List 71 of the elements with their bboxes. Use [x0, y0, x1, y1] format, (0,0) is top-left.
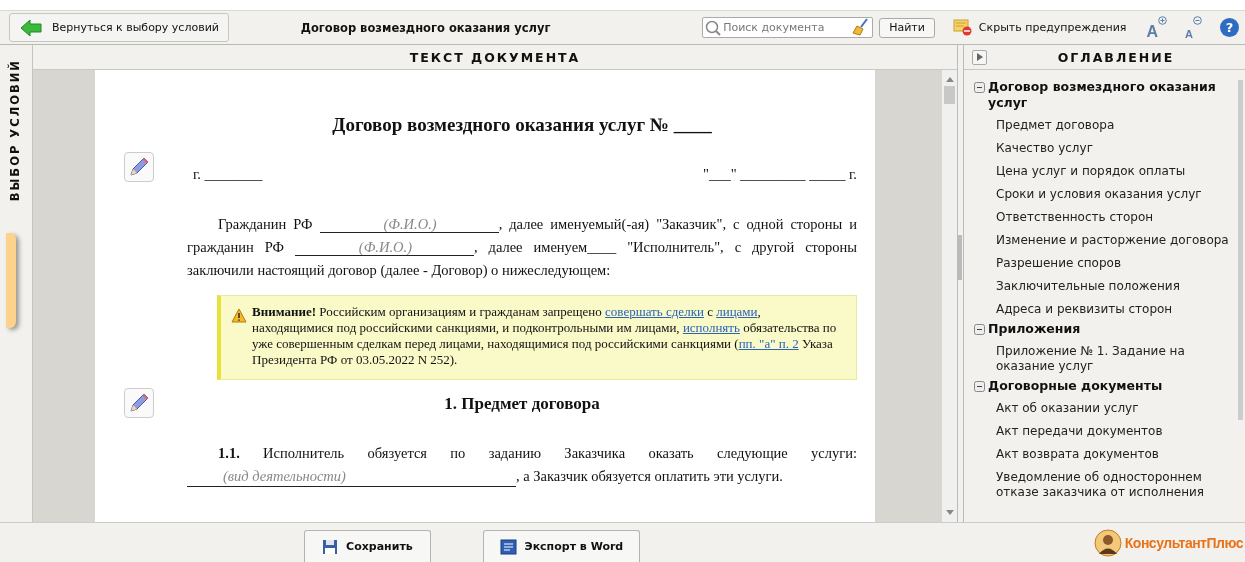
- splitter[interactable]: [958, 45, 963, 522]
- toc-item[interactable]: Ответственность сторон: [974, 206, 1230, 229]
- link[interactable]: лицами: [716, 304, 758, 319]
- intro-paragraph: Гражданин РФ (Ф.И.О.) , далее именуемый(-ая) "Заказчик", с одной стороны и гражданин РФ (Ф.И.О.) , далее именуем____ "Исполнитель", с другой стороны заключили настоящий договор (далее - Договор) о нижеследующем:: [187, 215, 857, 280]
- triangle-right-icon: [976, 53, 983, 61]
- collapse-icon[interactable]: [974, 324, 985, 335]
- toc-item[interactable]: Уведомление об одностороннем отказе заказчика от исполнения: [974, 466, 1230, 504]
- toc-item[interactable]: Предмет договора: [974, 114, 1230, 137]
- toc-item[interactable]: Сроки и условия оказания услуг: [974, 183, 1230, 206]
- font-increase-button[interactable]: A: [1140, 15, 1174, 40]
- edit-button[interactable]: [124, 152, 154, 182]
- toc-group[interactable]: Приложения: [988, 321, 1081, 340]
- panel-header: ОГЛАВЛЕНИЕ: [1056, 49, 1176, 65]
- splitter-grip[interactable]: [958, 235, 962, 280]
- toc-item[interactable]: Акт передачи документов: [974, 420, 1230, 443]
- panel-handle[interactable]: [6, 233, 16, 328]
- warning-icon: [231, 308, 247, 323]
- fill-in-line[interactable]: (Ф.И.О.): [319, 216, 499, 233]
- find-button[interactable]: Найти: [879, 17, 935, 38]
- side-tab[interactable]: ВЫБОР УСЛОВИЙ: [0, 45, 33, 522]
- city-field: г. ________: [193, 166, 263, 183]
- collapse-button[interactable]: [972, 49, 987, 65]
- toc-item[interactable]: Приложение № 1. Задание на оказание услуг: [974, 340, 1230, 378]
- scrollbar[interactable]: [942, 70, 957, 522]
- collapse-icon[interactable]: [974, 82, 985, 93]
- minus-icon: [1193, 15, 1202, 25]
- toc-group[interactable]: Договор возмездного оказания услуг: [988, 79, 1230, 114]
- hide-warnings-button[interactable]: Скрыть предупреждения: [940, 18, 1135, 37]
- toc-item[interactable]: Разрешение споров: [974, 252, 1230, 275]
- edit-button[interactable]: [124, 388, 154, 418]
- toc-item[interactable]: Адреса и реквизиты сторон: [974, 298, 1230, 321]
- plus-icon: [1158, 15, 1168, 25]
- help-button[interactable]: ?: [1220, 18, 1239, 37]
- save-button[interactable]: Сохранить: [303, 530, 431, 562]
- note-block-icon: [952, 18, 973, 37]
- toc-item[interactable]: Акт об оказании услуг: [974, 397, 1230, 420]
- link[interactable]: пп. "а" п. 2: [738, 336, 799, 351]
- arrow-up-icon[interactable]: [945, 76, 954, 82]
- date-field: "___" _________ _____ г.: [703, 166, 857, 183]
- panel-header: ТЕКСТ ДОКУМЕНТА: [33, 45, 957, 70]
- fill-in-line[interactable]: (вид деятельности): [187, 467, 516, 487]
- logo-text: КонсультантПлюс: [1124, 534, 1243, 551]
- arrow-left-icon: [20, 18, 42, 37]
- section-heading: 1. Предмет договора: [443, 393, 601, 414]
- font-decrease-button[interactable]: A: [1179, 15, 1208, 40]
- fill-in-line[interactable]: (Ф.И.О.): [294, 239, 474, 256]
- back-button[interactable]: Вернуться к выбору условий: [9, 13, 229, 42]
- toc-item[interactable]: Качество услуг: [974, 137, 1230, 160]
- document-title: Договор возмездного оказания услуг № ____: [331, 113, 713, 137]
- avatar-icon: [1093, 528, 1122, 557]
- toc-group[interactable]: Договорные документы: [988, 378, 1163, 397]
- link[interactable]: исполнять: [682, 320, 740, 335]
- broom-icon[interactable]: [852, 18, 871, 36]
- toc-item[interactable]: Акт возврата документов: [974, 443, 1230, 466]
- toc-item[interactable]: Изменение и расторжение договора: [974, 229, 1230, 252]
- search-field[interactable]: Поиск документа: [702, 17, 874, 38]
- link[interactable]: совершать сделки: [605, 304, 704, 319]
- scrollbar-thumb[interactable]: [1238, 80, 1243, 420]
- toc-item[interactable]: Цена услуг и порядок оплаты: [974, 160, 1230, 183]
- search-icon: [705, 20, 722, 36]
- document-icon: [499, 538, 517, 555]
- window-title: Договор возмездного оказания услуг: [299, 20, 552, 35]
- scrollbar-thumb[interactable]: [944, 86, 955, 104]
- pencil-icon: [127, 391, 151, 415]
- toc-item[interactable]: Заключительные положения: [974, 275, 1230, 298]
- pencil-icon: [127, 155, 151, 179]
- collapse-icon[interactable]: [974, 381, 985, 392]
- warning-text: Внимание! Российским организациям и гражданам запрещено совершать сделки с лицами, находящимися под российскими санкциями, и подконтрольными им лицами, исполнять обязательства по уже совершенным сделкам перед лицами, находящимися под российскими санкциями (пп. "а" п. 2 Указа Президента РФ от 03.05.2022 N 252).: [252, 304, 838, 368]
- export-button[interactable]: Экспорт в Word: [482, 530, 640, 562]
- arrow-down-icon[interactable]: [945, 510, 954, 516]
- clause-paragraph: 1.1. Исполнитель обязуется по заданию Заказчика оказать следующие услуги: (вид деятельности) , а Заказчик обязуется оплатить эти услуги.: [187, 442, 857, 488]
